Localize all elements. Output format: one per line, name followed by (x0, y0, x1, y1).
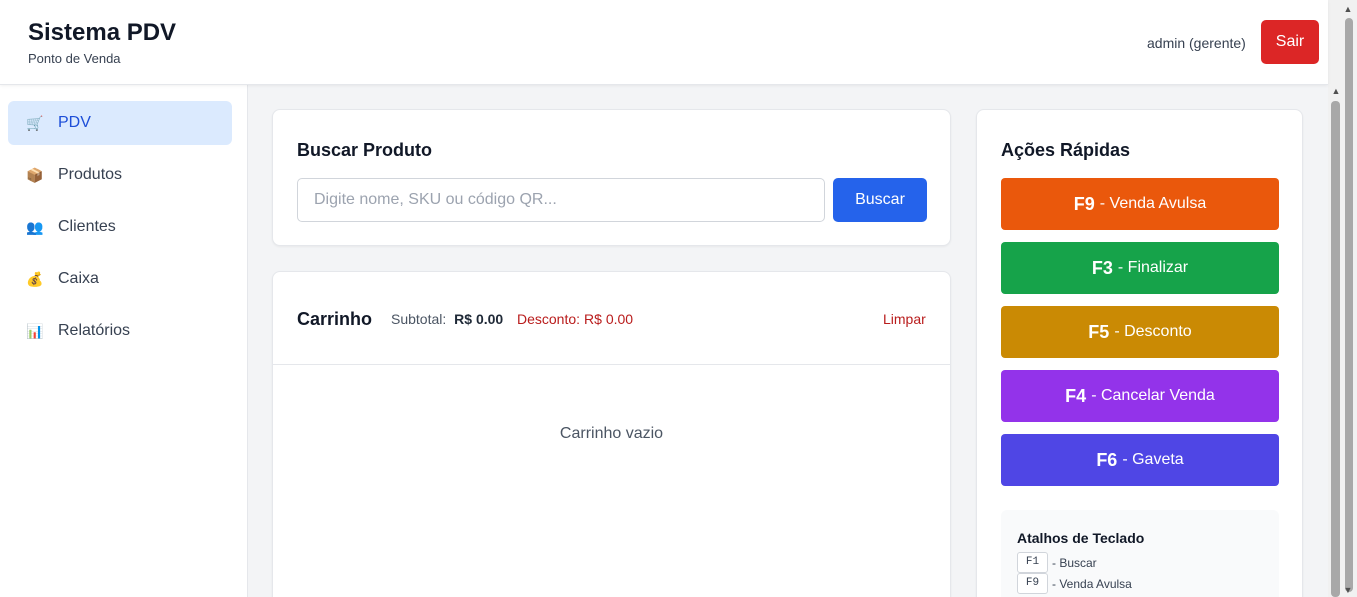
sidebar-item-label: Clientes (58, 218, 116, 235)
subtotal-label: Subtotal: (391, 311, 447, 327)
search-input[interactable] (297, 178, 825, 222)
sidebar-item-clientes[interactable]: 👥 Clientes (8, 205, 232, 249)
cancel-sale-button[interactable]: F4 - Cancelar Venda (1001, 370, 1279, 422)
action-label: - Desconto (1114, 323, 1192, 340)
logout-button[interactable]: Sair (1261, 20, 1319, 64)
main-scroll-up-arrow-icon[interactable]: ▲ (1330, 86, 1342, 96)
users-icon: 👥 (26, 218, 44, 235)
action-label: - Venda Avulsa (1099, 195, 1207, 212)
quick-actions-title: Ações Rápidas (1001, 140, 1131, 160)
sidebar-item-relatorios[interactable]: 📊 Relatórios (8, 309, 232, 353)
shortcut-key: F6 (1096, 449, 1118, 470)
discount-label: Desconto: (517, 311, 581, 327)
current-user-label: admin (gerente) (1147, 35, 1246, 51)
action-label: - Cancelar Venda (1091, 387, 1215, 404)
discount-value: R$ 0.00 (584, 311, 634, 327)
quick-actions-card: Ações Rápidas F9 - Venda Avulsa F3 - Fin… (976, 109, 1303, 597)
app-header: Sistema PDV Ponto de Venda admin (gerent… (0, 0, 1328, 85)
single-sale-button[interactable]: F9 - Venda Avulsa (1001, 178, 1279, 230)
app-subtitle: Ponto de Venda (28, 51, 121, 66)
money-bag-icon: 💰 (26, 270, 44, 287)
action-label: - Gaveta (1122, 451, 1184, 468)
sidebar-item-label: Caixa (58, 270, 99, 287)
subtotal-value: R$ 0.00 (454, 311, 504, 327)
cash-drawer-button[interactable]: F6 - Gaveta (1001, 434, 1279, 486)
keyboard-shortcuts-panel: Atalhos de Teclado F1 - Buscar F9 - Vend… (1001, 510, 1279, 597)
shortcut-key: F3 (1091, 257, 1113, 278)
shortcuts-title: Atalhos de Teclado (1017, 530, 1145, 546)
cart-discount: Desconto: R$ 0.00 (517, 311, 633, 327)
sidebar-item-label: PDV (58, 114, 91, 131)
search-button[interactable]: Buscar (833, 178, 927, 222)
action-label: - Finalizar (1117, 259, 1189, 276)
cart-card: Carrinho Subtotal: R$ 0.00 Desconto: R$ 0… (272, 271, 951, 597)
sidebar-item-caixa[interactable]: 💰 Caixa (8, 257, 232, 301)
shopping-cart-icon: 🛒 (26, 114, 44, 131)
shortcut-label: - Buscar (1052, 555, 1097, 570)
scroll-up-arrow-icon[interactable]: ▲ (1342, 4, 1354, 14)
cart-subtotal: Subtotal: R$ 0.00 (391, 311, 503, 327)
page-scrollbar-thumb[interactable] (1345, 18, 1353, 592)
shortcut-key: F1 (1017, 552, 1048, 573)
bar-chart-icon: 📊 (26, 322, 44, 339)
shortcut-key: F9 (1017, 573, 1048, 594)
discount-button[interactable]: F5 - Desconto (1001, 306, 1279, 358)
sidebar-item-produtos[interactable]: 📦 Produtos (8, 153, 232, 197)
scroll-down-arrow-icon[interactable]: ▼ (1342, 585, 1354, 595)
main-scrollbar-thumb[interactable] (1331, 101, 1340, 597)
cart-empty-message: Carrinho vazio (559, 425, 664, 442)
search-card-title: Buscar Produto (297, 140, 433, 160)
cart-title: Carrinho (297, 309, 373, 329)
cart-header: Carrinho Subtotal: R$ 0.00 Desconto: R$ 0… (273, 272, 950, 365)
search-product-card: Buscar Produto Buscar (272, 109, 951, 246)
app-title: Sistema PDV (28, 19, 177, 46)
shortcut-key: F9 (1073, 193, 1095, 214)
shortcut-row: F9 - Venda Avulsa (1017, 573, 1132, 594)
sidebar-item-label: Relatórios (58, 322, 131, 339)
sidebar-item-pdv[interactable]: 🛒 PDV (8, 101, 232, 145)
finalize-sale-button[interactable]: F3 - Finalizar (1001, 242, 1279, 294)
shortcut-key: F4 (1065, 385, 1087, 406)
shortcut-key: F5 (1088, 321, 1110, 342)
shortcut-row: F1 - Buscar (1017, 552, 1097, 573)
sidebar-item-label: Produtos (58, 166, 123, 183)
shortcut-label: - Venda Avulsa (1052, 576, 1132, 591)
package-icon: 📦 (26, 166, 44, 183)
clear-cart-button[interactable]: Limpar (883, 311, 926, 327)
sidebar: 🛒 PDV 📦 Produtos 👥 Clientes 💰 Caixa 📊 Re… (0, 85, 248, 597)
